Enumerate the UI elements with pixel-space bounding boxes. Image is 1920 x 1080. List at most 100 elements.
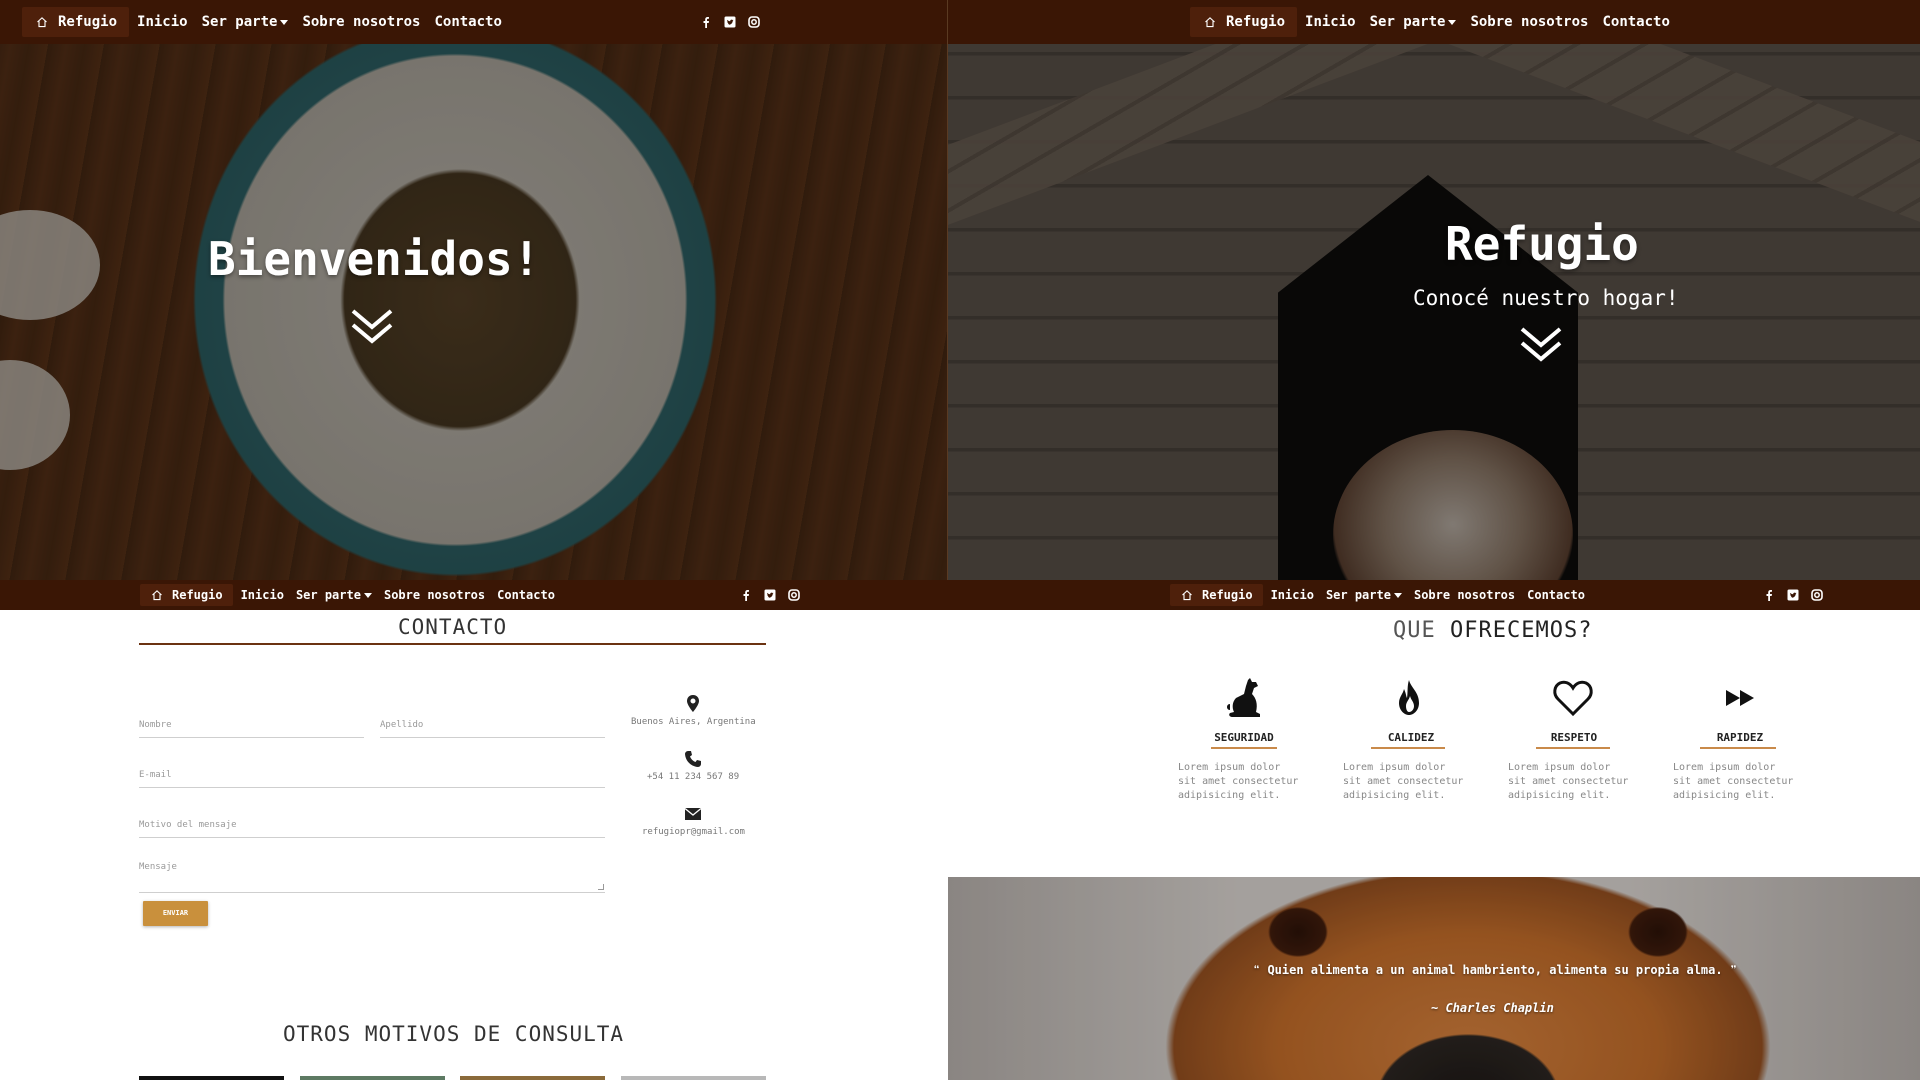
offers-panel: Refugio Inicio Ser parte Sobre nosotros … (948, 580, 1920, 1080)
nav-link-label: Ser parte (201, 14, 278, 30)
email-placeholder: E-mail (139, 770, 172, 780)
offer-title: CALIDEZ (1387, 731, 1435, 744)
facebook-icon[interactable] (700, 16, 712, 28)
navbar: Refugio Inicio Ser parte Sobre nosotros … (948, 580, 1920, 610)
nav-link-label: Ser parte (295, 588, 361, 602)
offer-text: Lorem ipsum dolor sit amet consectetur a… (1343, 762, 1464, 801)
caret-down-icon (1448, 19, 1457, 25)
social-links (740, 589, 800, 601)
navbar: Refugio Inicio Ser parte Sobre nosotros … (948, 0, 1920, 44)
nav-link-inicio[interactable]: Inicio (1305, 14, 1356, 30)
panel-divider (947, 0, 948, 580)
contact-title: CONTACTO (398, 615, 508, 639)
reason-card-thumbnail[interactable] (139, 1076, 284, 1080)
quote-close-icon: ❞ (1722, 963, 1738, 977)
offer-title: RAPIDEZ (1716, 731, 1764, 744)
motivo-field[interactable]: Motivo del mensaje (139, 818, 605, 838)
location-text: Buenos Aires, Argentina (631, 717, 756, 727)
heart-icon (1553, 680, 1593, 717)
quote-open-icon: ❝ (1253, 963, 1268, 977)
nav-link-sobre-nosotros[interactable]: Sobre nosotros (302, 14, 420, 30)
nav-link-contacto[interactable]: Contacto (1602, 14, 1669, 30)
dog-icon (1227, 678, 1260, 717)
home-icon (1202, 14, 1218, 30)
caret-down-icon (363, 593, 372, 598)
nav-link-sobre-nosotros[interactable]: Sobre nosotros (1470, 14, 1588, 30)
resize-handle-icon[interactable] (598, 884, 604, 890)
navbar: Refugio Inicio Ser parte Sobre nosotros … (0, 0, 948, 44)
instagram-icon[interactable] (788, 589, 800, 601)
offer-text: Lorem ipsum dolor sit amet consectetur a… (1178, 762, 1299, 801)
nav-link-sobre-nosotros[interactable]: Sobre nosotros (384, 588, 485, 602)
instagram-icon[interactable] (1811, 589, 1823, 601)
facebook-icon[interactable] (740, 589, 752, 601)
reason-card-thumbnail[interactable] (460, 1076, 605, 1080)
nav-link-contacto[interactable]: Contacto (1527, 588, 1585, 602)
mensaje-textarea[interactable]: Mensaje (139, 848, 605, 893)
double-chevron-down-icon[interactable] (1519, 325, 1563, 365)
social-links (700, 16, 760, 28)
home-icon (1180, 588, 1194, 602)
email-field[interactable]: E-mail (139, 768, 605, 788)
nav-link-sobre-nosotros[interactable]: Sobre nosotros (1414, 588, 1515, 602)
brand-label: Refugio (1202, 588, 1253, 602)
other-reasons-title: OTROS MOTIVOS DE CONSULTA (283, 1022, 625, 1046)
apellido-placeholder: Apellido (380, 720, 424, 730)
phone-text: +54 11 234 567 89 (647, 772, 740, 782)
offer-text: Lorem ipsum dolor sit amet consectetur a… (1508, 762, 1629, 801)
twitter-icon[interactable] (1787, 589, 1799, 601)
apellido-field[interactable]: Apellido (380, 718, 605, 738)
nav-link-ser-parte[interactable]: Ser parte (296, 588, 372, 602)
navbar-brand[interactable]: Refugio (140, 584, 233, 606)
offers-title: QUE OFRECEMOS? (1393, 618, 1592, 643)
reason-card-thumbnail[interactable] (300, 1076, 445, 1080)
nav-link-inicio[interactable]: Inicio (137, 14, 188, 30)
nav-link-ser-parte[interactable]: Ser parte (1326, 588, 1402, 602)
offers-title-bold: OFRECEMOS? (1450, 618, 1593, 643)
offers-title-light: QUE (1393, 618, 1436, 643)
home-icon (34, 14, 50, 30)
navbar-brand[interactable]: Refugio (22, 7, 130, 37)
fast-forward-icon (1726, 690, 1754, 706)
nombre-placeholder: Nombre (139, 720, 172, 730)
quote-body: Quien alimenta a un animal hambriento, a… (1267, 963, 1723, 977)
email-text: refugiopr@gmail.com (642, 827, 745, 837)
nav-link-inicio[interactable]: Inicio (1271, 588, 1314, 602)
double-chevron-down-icon[interactable] (350, 307, 394, 347)
send-button[interactable]: ENVIAR (143, 901, 208, 926)
contact-title-rule (139, 643, 766, 645)
location-pin-icon (687, 695, 699, 712)
nav-link-label: Ser parte (1325, 588, 1391, 602)
nav-link-contacto[interactable]: Contacto (434, 14, 501, 30)
nombre-field[interactable]: Nombre (139, 718, 364, 738)
offer-text: Lorem ipsum dolor sit amet consectetur a… (1673, 762, 1794, 801)
nav-link-ser-parte[interactable]: Ser parte (202, 14, 289, 30)
reason-card-thumbnail[interactable] (621, 1076, 766, 1080)
phone-icon (685, 751, 701, 767)
envelope-icon (684, 807, 702, 820)
instagram-icon[interactable] (748, 16, 760, 28)
caret-down-icon (280, 19, 289, 25)
twitter-icon[interactable] (724, 16, 736, 28)
offer-title: SEGURIDAD (1214, 731, 1274, 744)
social-links (1763, 589, 1823, 601)
hero-refugio-subtitle: Conocé nuestro hogar! (1413, 286, 1679, 310)
brand-label: Refugio (172, 588, 223, 602)
brand-label: Refugio (58, 14, 118, 30)
caret-down-icon (1393, 593, 1402, 598)
facebook-icon[interactable] (1763, 589, 1775, 601)
quote-banner: ❝ Quien alimenta a un animal hambriento,… (948, 877, 1920, 1080)
nav-link-inicio[interactable]: Inicio (241, 588, 284, 602)
home-icon (150, 588, 164, 602)
fire-icon (1399, 680, 1419, 715)
motivo-placeholder: Motivo del mensaje (139, 820, 237, 830)
navbar-brand[interactable]: Refugio (1190, 7, 1298, 37)
nav-link-contacto[interactable]: Contacto (497, 588, 555, 602)
twitter-icon[interactable] (764, 589, 776, 601)
navbar-brand[interactable]: Refugio (1170, 584, 1263, 606)
quote-author: ~ Charles Chaplin (1431, 1001, 1554, 1015)
brand-label: Refugio (1226, 14, 1286, 30)
nav-link-label: Ser parte (1369, 14, 1446, 30)
nav-link-ser-parte[interactable]: Ser parte (1370, 14, 1457, 30)
contact-panel: Refugio Inicio Ser parte Sobre nosotros … (0, 580, 948, 1080)
